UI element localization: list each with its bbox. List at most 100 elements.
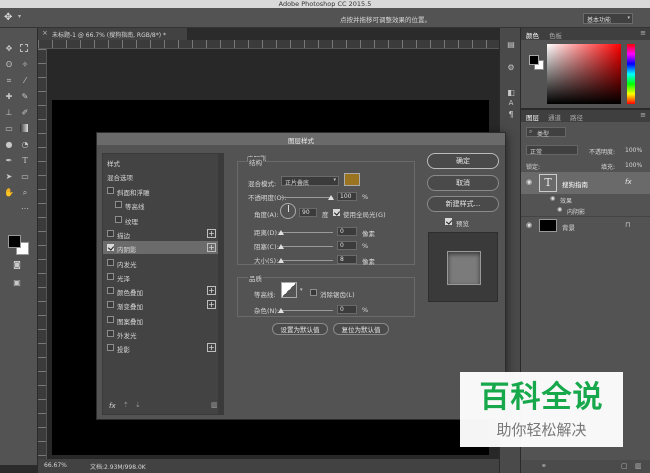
effect-item[interactable]: 外发光: [103, 327, 221, 340]
fill-value[interactable]: 100%: [625, 162, 642, 169]
noise-slider-handle[interactable]: [278, 308, 284, 313]
tool-preset-dropdown-icon[interactable]: ▾: [18, 13, 21, 20]
effect-item[interactable]: 描边 +: [103, 227, 221, 240]
inner-shadow-eye-icon[interactable]: ◉: [557, 206, 562, 213]
link-layers-icon[interactable]: ⚭: [541, 462, 547, 470]
tab-layers[interactable]: 图层: [526, 112, 539, 122]
effect-item[interactable]: 等高线: [103, 198, 221, 211]
angle-dial[interactable]: [280, 203, 296, 219]
dodge-icon[interactable]: ◔: [20, 140, 30, 150]
type-icon[interactable]: T: [20, 156, 30, 166]
brush-icon[interactable]: ✎: [20, 92, 30, 102]
size-slider-handle[interactable]: [278, 258, 284, 263]
tab-paths[interactable]: 路径: [570, 112, 583, 122]
delete-effect-icon[interactable]: ▥: [211, 401, 218, 409]
blur-icon[interactable]: ●: [4, 140, 14, 150]
effect-checkbox[interactable]: [115, 215, 122, 223]
cancel-button[interactable]: 取消: [427, 175, 499, 191]
paragraph-panel-icon[interactable]: ¶: [506, 110, 516, 120]
hue-slider[interactable]: [627, 44, 635, 104]
healing-brush-icon[interactable]: ✚: [4, 92, 14, 102]
distance-slider-track[interactable]: [281, 232, 333, 233]
effect-checkbox[interactable]: [107, 229, 114, 237]
move-icon[interactable]: ✥: [4, 44, 14, 54]
effect-checkbox[interactable]: [107, 344, 114, 352]
document-tab[interactable]: × 未标题-1 @ 66.7% (搜狗指南, RGB/8*) *: [38, 28, 188, 40]
opacity-input[interactable]: 100: [337, 192, 357, 201]
history-brush-icon[interactable]: ✐: [20, 108, 30, 118]
screen-mode-icon[interactable]: ▣: [12, 278, 22, 288]
add-effect-icon[interactable]: +: [207, 286, 216, 296]
history-panel-icon[interactable]: ▤: [506, 40, 516, 50]
new-layer-icon[interactable]: ▢: [621, 462, 628, 470]
add-effect-icon[interactable]: +: [207, 228, 216, 238]
zoom-icon[interactable]: ⌕: [20, 188, 30, 198]
foreground-color-swatch[interactable]: [8, 235, 21, 248]
delete-layer-icon[interactable]: ▥: [635, 462, 642, 470]
effect-checkbox[interactable]: [107, 258, 114, 266]
close-icon[interactable]: ×: [42, 29, 48, 37]
effect-checkbox[interactable]: [115, 201, 122, 209]
global-light-checkbox[interactable]: [333, 209, 340, 216]
distance-slider-handle[interactable]: [278, 230, 284, 235]
visibility-eye-icon[interactable]: ◉: [526, 178, 532, 186]
fx-menu-icon[interactable]: fx: [109, 402, 116, 410]
gradient-icon[interactable]: [20, 124, 28, 132]
effect-checkbox[interactable]: [107, 272, 114, 280]
shape-icon[interactable]: ▭: [20, 172, 30, 182]
effect-item[interactable]: 颜色叠加 +: [103, 284, 221, 297]
tab-swatches[interactable]: 色板: [549, 30, 562, 40]
layer-opacity-value[interactable]: 100%: [625, 147, 642, 154]
marquee-icon[interactable]: [20, 44, 28, 52]
fx-icon[interactable]: fx: [625, 178, 632, 186]
stamp-icon[interactable]: ⊥: [4, 108, 14, 118]
set-default-button[interactable]: 设置为默认值: [272, 323, 328, 335]
effect-item[interactable]: 光泽: [103, 270, 221, 283]
antialias-checkbox[interactable]: [310, 289, 317, 296]
add-effect-icon[interactable]: +: [207, 243, 216, 253]
quick-mask-icon[interactable]: ◙: [12, 260, 22, 270]
more-tools-icon[interactable]: …: [20, 202, 30, 212]
size-input[interactable]: 8: [337, 255, 357, 264]
effect-checkbox[interactable]: [107, 244, 114, 252]
zoom-level[interactable]: 66.67%: [44, 462, 67, 469]
tab-channels[interactable]: 通道: [548, 112, 561, 122]
distance-input[interactable]: 0: [337, 227, 357, 236]
choke-slider-handle[interactable]: [278, 244, 284, 249]
pen-icon[interactable]: ✒: [4, 156, 14, 166]
layer-filter-select[interactable]: ⌕ 类型: [526, 127, 566, 138]
layer-inner-shadow-row[interactable]: ◉ 内阴影: [521, 205, 650, 216]
hand-icon[interactable]: ✋: [4, 188, 14, 198]
effect-checkbox[interactable]: [107, 315, 114, 323]
preview-checkbox[interactable]: [445, 218, 452, 225]
noise-slider-track[interactable]: [281, 310, 333, 311]
panel-menu-icon[interactable]: ≡: [640, 29, 646, 37]
layer-row-background[interactable]: ◉ 背景 ⊓: [521, 216, 650, 234]
panel-foreground-swatch[interactable]: [529, 55, 539, 65]
layer-effects-row[interactable]: ◉ 效果: [521, 194, 650, 205]
eyedropper-icon[interactable]: ⁄: [20, 76, 30, 86]
blend-options-item[interactable]: 混合选项: [107, 172, 133, 182]
move-up-icon[interactable]: ⇡: [123, 401, 129, 409]
effect-item[interactable]: 内阴影 +: [103, 241, 221, 255]
background-eye-icon[interactable]: ◉: [526, 221, 532, 229]
layer-row-text[interactable]: ◉ T 搜狗指南 fx: [521, 172, 650, 194]
styles-list-scrollbar[interactable]: [218, 153, 224, 415]
shadow-color-swatch[interactable]: [344, 173, 360, 186]
choke-slider-track[interactable]: [281, 246, 333, 247]
workspace-select[interactable]: 基本功能 ▾: [583, 13, 633, 24]
move-tool-icon[interactable]: ✥: [4, 12, 16, 24]
blend-mode-select[interactable]: 正常: [526, 145, 578, 156]
angle-input[interactable]: 90: [299, 208, 317, 217]
effect-checkbox[interactable]: [107, 287, 114, 295]
inner-shadow-blend-select[interactable]: 正片叠底 ▾: [281, 176, 339, 187]
add-effect-icon[interactable]: +: [207, 343, 216, 353]
eraser-icon[interactable]: ▭: [4, 124, 14, 134]
effect-item[interactable]: 图案叠加: [103, 313, 221, 326]
reset-default-button[interactable]: 复位为默认值: [333, 323, 389, 335]
styles-header[interactable]: 样式: [107, 158, 120, 168]
size-slider-track[interactable]: [281, 260, 333, 261]
ok-button[interactable]: 确定: [427, 153, 499, 169]
effect-checkbox[interactable]: [107, 330, 114, 337]
lasso-icon[interactable]: ʘ: [4, 60, 14, 70]
